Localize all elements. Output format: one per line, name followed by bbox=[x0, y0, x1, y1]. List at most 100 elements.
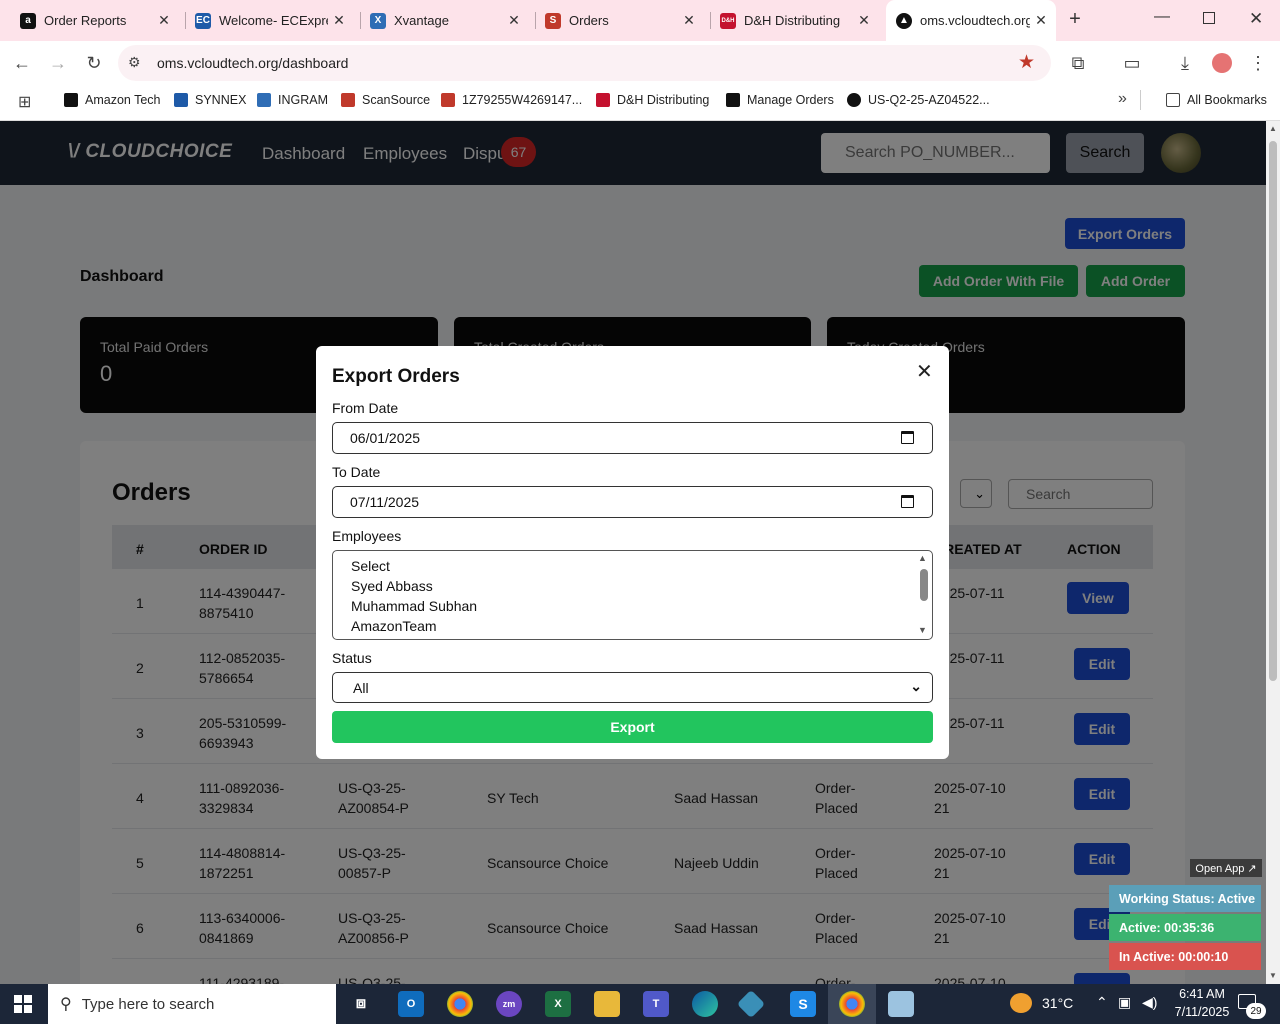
taskbar-search-placeholder: Type here to search bbox=[81, 995, 215, 1013]
back-icon[interactable]: ← bbox=[10, 51, 34, 75]
app-notepad-icon[interactable] bbox=[888, 991, 914, 1017]
edge-icon[interactable] bbox=[692, 991, 718, 1017]
working-status: Working Status: Active bbox=[1109, 885, 1261, 912]
extensions-icon[interactable]: ⧉ bbox=[1066, 51, 1090, 75]
scansource-icon bbox=[341, 93, 355, 107]
app-s-icon[interactable]: S bbox=[790, 991, 816, 1017]
cast-icon[interactable]: ▭ bbox=[1120, 51, 1144, 75]
dh-icon bbox=[596, 93, 610, 107]
chrome-icon[interactable] bbox=[447, 991, 473, 1017]
taskbar-search-box[interactable]: ⚲ Type here to search bbox=[48, 984, 336, 1024]
tab-title: Welcome- ECExpres bbox=[219, 13, 328, 28]
list-scrollbar-thumb[interactable] bbox=[920, 569, 928, 601]
task-view-icon[interactable]: ⧈ bbox=[348, 991, 374, 1017]
page-scrollbar-thumb[interactable] bbox=[1269, 141, 1277, 681]
close-tab-icon[interactable]: ✕ bbox=[503, 12, 525, 29]
network-icon[interactable]: ▣ bbox=[1118, 994, 1131, 1011]
employee-option[interactable]: Syed Abbass bbox=[351, 578, 433, 594]
windows-start-icon[interactable] bbox=[14, 995, 32, 1013]
bookmarks-bar: ⊞ Amazon Tech SYNNEX INGRAM ScanSource 1… bbox=[0, 85, 1280, 121]
bookmark-us-q2[interactable]: US-Q2-25-AZ04522... bbox=[847, 85, 990, 115]
tab-orders[interactable]: S Orders ✕ bbox=[525, 0, 710, 41]
tab-ecexpress[interactable]: EC Welcome- ECExpres ✕ bbox=[175, 0, 360, 41]
clock-date[interactable]: 7/11/2025 bbox=[1164, 1005, 1240, 1019]
calendar-icon[interactable] bbox=[901, 495, 914, 508]
file-explorer-icon[interactable] bbox=[594, 991, 620, 1017]
restore-icon[interactable] bbox=[1203, 12, 1215, 24]
bookmark-tracking[interactable]: 1Z79255W4269147... bbox=[441, 85, 582, 115]
volume-icon[interactable]: ◀) bbox=[1142, 994, 1157, 1011]
tab-dh-distributing[interactable]: D&H D&H Distributing ✕ bbox=[700, 0, 885, 41]
close-tab-icon[interactable]: ✕ bbox=[678, 12, 700, 29]
bookmark-dh-distributing[interactable]: D&H Distributing bbox=[596, 85, 709, 115]
url-text: oms.vcloudtech.org/dashboard bbox=[157, 55, 349, 71]
scroll-up-icon[interactable]: ▲ bbox=[918, 553, 927, 563]
open-app-link[interactable]: Open App ↗ bbox=[1190, 859, 1262, 877]
weather-icon[interactable] bbox=[1010, 993, 1032, 1013]
site-info-icon[interactable]: ⚙ bbox=[128, 54, 141, 71]
folder-icon bbox=[1166, 93, 1180, 107]
scroll-down-icon[interactable]: ▼ bbox=[918, 625, 927, 635]
bookmark-manage-orders[interactable]: Manage Orders bbox=[726, 85, 834, 115]
reload-icon[interactable]: ↻ bbox=[82, 51, 106, 75]
close-tab-icon[interactable]: ✕ bbox=[1030, 12, 1052, 29]
close-icon[interactable]: ✕ bbox=[916, 359, 933, 384]
scansource-icon bbox=[441, 93, 455, 107]
download-icon[interactable]: ⤓ bbox=[1173, 51, 1197, 75]
amazon-icon bbox=[64, 93, 78, 107]
employee-option[interactable]: Muhammad Subhan bbox=[351, 598, 477, 614]
page-scrollbar[interactable]: ▲ ▼ bbox=[1266, 121, 1280, 984]
forward-icon[interactable]: → bbox=[46, 51, 70, 75]
browser-tab-strip: a Order Reports ✕ EC Welcome- ECExpres ✕… bbox=[0, 0, 1280, 41]
bookmark-star-icon[interactable]: ★ bbox=[1018, 51, 1035, 74]
excel-icon[interactable]: X bbox=[545, 991, 571, 1017]
taskbar-active-app[interactable] bbox=[828, 984, 876, 1024]
employee-option[interactable]: Select bbox=[351, 558, 390, 574]
export-orders-modal: Export Orders ✕ From Date 06/01/2025 To … bbox=[316, 346, 949, 759]
tab-title: Orders bbox=[569, 13, 609, 28]
windows-taskbar: ⚲ Type here to search ⧈ O zm X T S 31°C … bbox=[0, 984, 1280, 1024]
tab-order-reports[interactable]: a Order Reports ✕ bbox=[0, 0, 185, 41]
clock-time[interactable]: 6:41 AM bbox=[1172, 987, 1232, 1001]
active-timer: Active: 00:35:36 bbox=[1109, 914, 1261, 941]
outlook-icon[interactable]: O bbox=[398, 991, 424, 1017]
close-tab-icon[interactable]: ✕ bbox=[853, 12, 875, 29]
inactive-timer: In Active: 00:00:10 bbox=[1109, 943, 1261, 970]
tab-oms-vcloudtech[interactable]: ▲ oms.vcloudtech.org ✕ bbox=[886, 0, 1056, 41]
calendar-icon[interactable] bbox=[901, 431, 914, 444]
teams-icon[interactable]: T bbox=[643, 991, 669, 1017]
apps-grid-icon[interactable]: ⊞ bbox=[18, 92, 31, 112]
all-bookmarks[interactable]: All Bookmarks bbox=[1166, 85, 1267, 115]
status-selected-value: All bbox=[353, 679, 369, 696]
close-tab-icon[interactable]: ✕ bbox=[153, 12, 175, 29]
zoom-icon[interactable]: zm bbox=[496, 991, 522, 1017]
bookmark-synnex[interactable]: SYNNEX bbox=[174, 85, 246, 115]
new-tab-icon[interactable]: + bbox=[1064, 8, 1086, 32]
close-tab-icon[interactable]: ✕ bbox=[328, 12, 350, 29]
tab-title: oms.vcloudtech.org bbox=[920, 13, 1030, 28]
from-date-input[interactable]: 06/01/2025 bbox=[332, 422, 933, 454]
more-bookmarks-icon[interactable]: » bbox=[1118, 90, 1127, 108]
export-button[interactable]: Export bbox=[332, 711, 933, 743]
search-icon: ⚲ bbox=[60, 996, 72, 1013]
amazon-icon: a bbox=[20, 12, 36, 29]
ec-icon: EC bbox=[195, 12, 211, 29]
status-select[interactable]: All ⌄ bbox=[332, 672, 933, 703]
employees-multiselect[interactable]: Select Syed Abbass Muhammad Subhan Amazo… bbox=[332, 550, 933, 640]
minimize-icon[interactable]: — bbox=[1154, 8, 1170, 26]
bookmark-ingram[interactable]: INGRAM bbox=[257, 85, 328, 115]
tab-title: Order Reports bbox=[44, 13, 127, 28]
close-window-icon[interactable]: ✕ bbox=[1249, 9, 1263, 29]
menu-icon[interactable]: ⋮ bbox=[1246, 51, 1270, 75]
from-date-label: From Date bbox=[332, 400, 399, 416]
bookmark-scansource[interactable]: ScanSource bbox=[341, 85, 430, 115]
address-bar[interactable]: ⚙ oms.vcloudtech.org/dashboard ★ bbox=[118, 45, 1051, 81]
tray-chevron-icon[interactable]: ⌃ bbox=[1096, 994, 1108, 1011]
profile-avatar[interactable] bbox=[1212, 53, 1232, 73]
employee-option[interactable]: AmazonTeam bbox=[351, 618, 437, 634]
tab-xvantage[interactable]: X Xvantage ✕ bbox=[350, 0, 535, 41]
bookmark-amazon-tech[interactable]: Amazon Tech bbox=[64, 85, 161, 115]
temperature: 31°C bbox=[1042, 995, 1074, 1011]
app-diamond-icon[interactable] bbox=[736, 989, 766, 1019]
to-date-input[interactable]: 07/11/2025 bbox=[332, 486, 933, 518]
